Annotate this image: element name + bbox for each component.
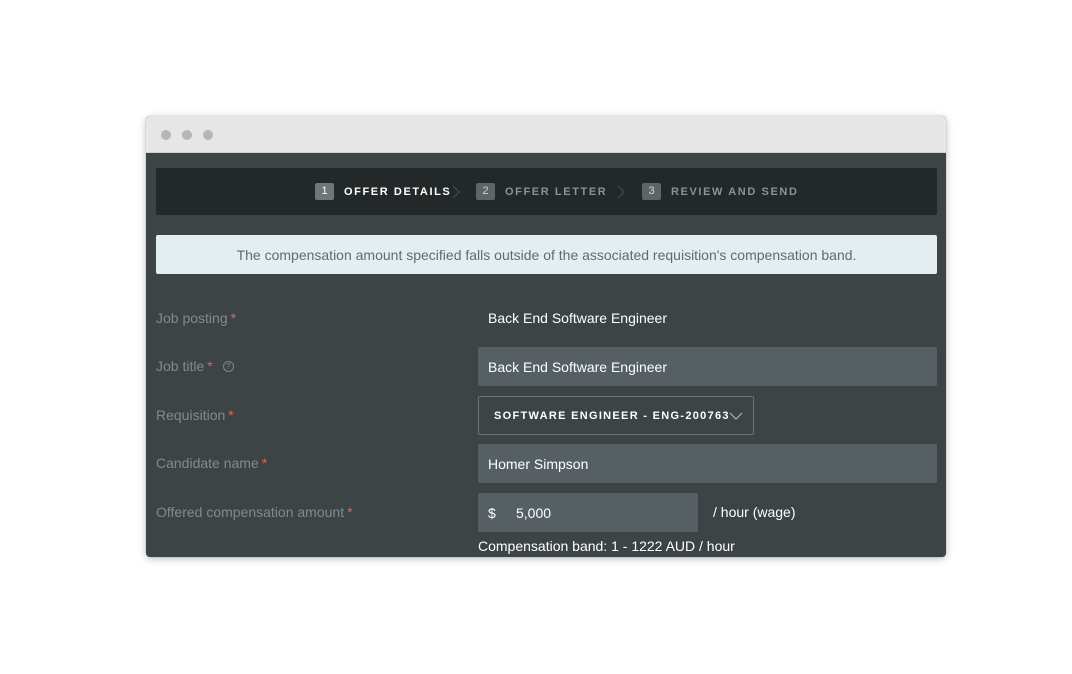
step-label: OFFER LETTER <box>505 185 608 198</box>
label-text: Candidate name <box>156 455 259 471</box>
step-label: REVIEW AND SEND <box>671 185 799 198</box>
requisition-select[interactable]: SOFTWARE ENGINEER - ENG-200763 <box>478 396 754 435</box>
compensation-amount-input[interactable]: $ 5,000 <box>478 493 698 532</box>
job-title-label: Job title *? <box>156 356 234 376</box>
requisition-label: Requisition * <box>156 405 234 425</box>
input-value: Homer Simpson <box>488 455 589 472</box>
step-number: 2 <box>476 183 495 200</box>
job-posting-value: Back End Software Engineer <box>488 310 667 326</box>
currency-symbol: $ <box>488 504 496 521</box>
compensation-unit: / hour (wage) <box>713 504 796 520</box>
window-minimize-dot[interactable] <box>182 130 192 140</box>
question-circle-icon[interactable]: ? <box>222 360 234 372</box>
compensation-warning-banner: The compensation amount specified falls … <box>156 235 937 274</box>
step-label: OFFER DETAILS <box>344 185 452 198</box>
step-offer-details[interactable]: 1 OFFER DETAILS <box>315 183 451 200</box>
required-mark: * <box>230 310 237 326</box>
required-mark: * <box>228 407 234 423</box>
browser-window: 1 OFFER DETAILS 2 OFFER LETTER 3 REVIEW … <box>146 116 946 557</box>
label-text: Offered compensation amount <box>156 504 345 520</box>
candidate-name-label: Candidate name * <box>156 453 267 473</box>
compensation-label: Offered compensation amount * <box>156 502 353 522</box>
compensation-band-text: Compensation band: 1 - 1222 AUD / hour <box>478 538 735 554</box>
window-close-dot[interactable] <box>161 130 171 140</box>
label-text: Job posting <box>156 310 228 326</box>
window-titlebar <box>146 116 946 153</box>
chevron-down-icon <box>729 409 743 423</box>
required-mark: * <box>347 504 353 520</box>
chevron-right-icon <box>617 185 625 199</box>
job-title-input[interactable]: Back End Software Engineer <box>478 347 937 386</box>
step-number: 1 <box>315 183 334 200</box>
alert-message: The compensation amount specified falls … <box>236 246 857 263</box>
step-offer-letter[interactable]: 2 OFFER LETTER <box>476 183 607 200</box>
amount-value: 5,000 <box>516 504 552 521</box>
job-posting-label: Job posting * <box>156 308 236 328</box>
label-text: Job title <box>156 358 205 374</box>
required-mark: * <box>207 358 213 374</box>
step-number: 3 <box>642 183 661 200</box>
candidate-name-input[interactable]: Homer Simpson <box>478 444 937 483</box>
window-maximize-dot[interactable] <box>203 130 213 140</box>
offer-stepper: 1 OFFER DETAILS 2 OFFER LETTER 3 REVIEW … <box>156 168 937 215</box>
step-review-and-send[interactable]: 3 REVIEW AND SEND <box>642 183 799 200</box>
chevron-right-icon <box>452 185 460 199</box>
label-text: Requisition <box>156 407 226 423</box>
input-value: Back End Software Engineer <box>488 358 667 375</box>
required-mark: * <box>261 455 268 471</box>
select-value: SOFTWARE ENGINEER - ENG-200763 <box>494 409 730 422</box>
